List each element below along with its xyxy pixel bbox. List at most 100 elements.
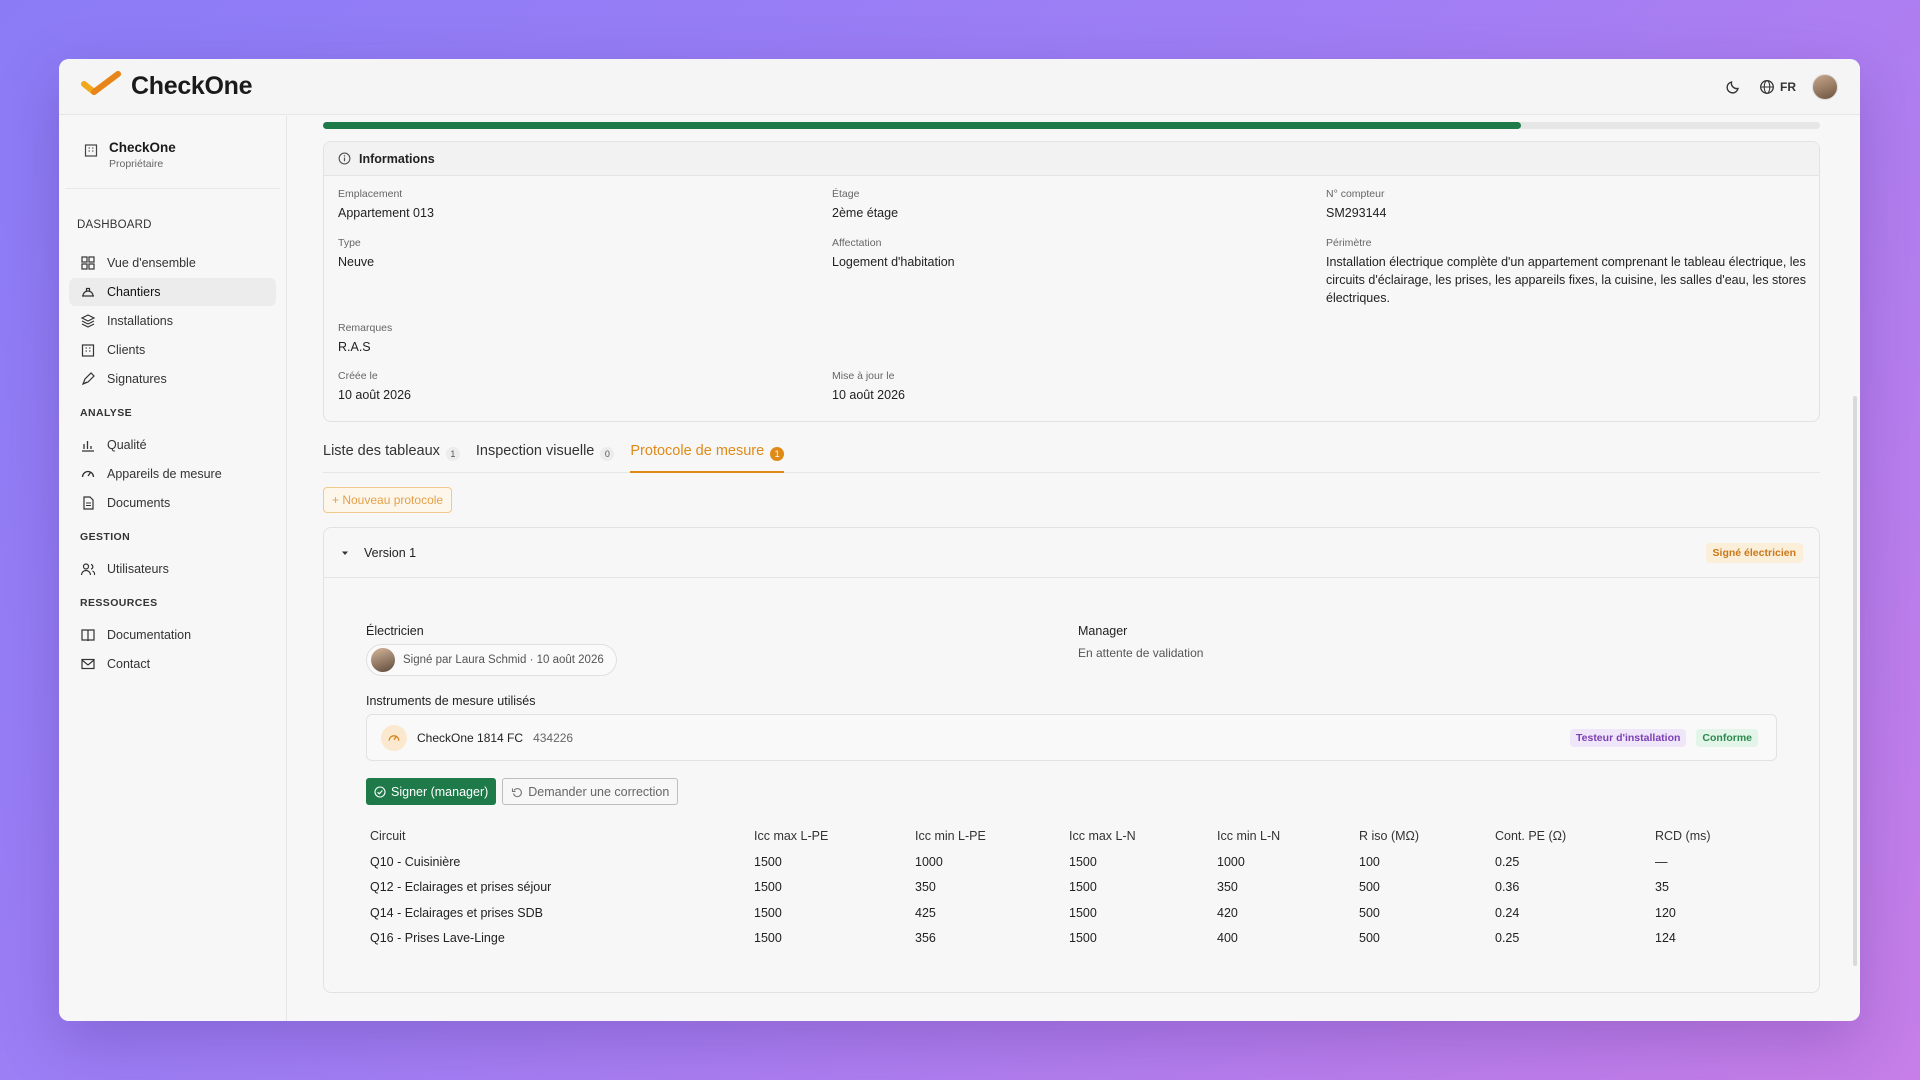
instruments-label: Instruments de mesure utilisés: [366, 694, 536, 708]
sign-manager-button[interactable]: Signer (manager): [366, 778, 497, 805]
field-value: 10 août 2026: [832, 388, 905, 402]
main-content: Informations Emplacement Appartement 013…: [288, 116, 1860, 1021]
sidebar-item-utilisateurs[interactable]: Utilisateurs: [69, 555, 276, 583]
instrument-row[interactable]: CheckOne 1814 FC 434226 Testeur d'instal…: [366, 714, 1777, 761]
dark-mode-icon[interactable]: [1723, 77, 1743, 97]
tab-label: Liste des tableaux: [323, 443, 440, 459]
field-etage: Étage 2ème étage: [832, 188, 898, 222]
org-name: CheckOne: [109, 140, 176, 155]
sidebar-item-label: Contact: [107, 657, 151, 671]
layers-icon: [80, 314, 96, 328]
info-icon: [338, 152, 351, 165]
tab-protocole-mesure[interactable]: Protocole de mesure 1: [630, 441, 785, 473]
sidebar-item-label: Documentation: [107, 628, 192, 642]
field-value: SM293144: [1326, 206, 1387, 220]
table-cell: 120: [1655, 905, 1676, 920]
informations-title: Informations: [359, 151, 435, 166]
table-cell: Q14 - Eclairages et prises SDB: [370, 905, 543, 920]
table-cell: Q10 - Cuisinière: [370, 854, 461, 869]
status-badge: Signé électricien: [1705, 542, 1803, 563]
caret-down-icon: [342, 551, 348, 555]
field-creee: Créée le 10 août 2026: [338, 370, 411, 404]
field-value: Logement d'habitation: [832, 255, 955, 269]
sidebar-item-documents[interactable]: Documents: [69, 489, 276, 517]
sidebar-item-label: Documents: [107, 496, 171, 510]
field-value: Appartement 013: [338, 206, 434, 220]
tab-count-badge: 1: [445, 447, 460, 461]
sidebar-item-signatures[interactable]: Signatures: [69, 365, 276, 393]
globe-icon: [1760, 79, 1774, 94]
table-cell: 0.36: [1495, 880, 1520, 895]
action-buttons: Signer (manager) Demander une correction: [366, 778, 679, 805]
ressources-section-title: RESSOURCES: [80, 597, 158, 609]
sidebar-item-label: Clients: [107, 343, 146, 357]
table-cell: 0.25: [1495, 854, 1520, 869]
language-label: FR: [1780, 79, 1796, 94]
sidebar-item-clients[interactable]: Clients: [69, 336, 276, 364]
new-protocol-button[interactable]: + Nouveau protocole: [323, 487, 453, 513]
request-correction-button[interactable]: Demander une correction: [502, 778, 679, 805]
table-cell: 1500: [1069, 880, 1097, 895]
tab-inspection-visuelle[interactable]: Inspection visuelle 0: [476, 441, 615, 473]
tab-label: Protocole de mesure: [630, 443, 765, 459]
org-switcher[interactable]: CheckOne Propriétaire: [65, 116, 280, 189]
column-header: Icc min L-PE: [915, 829, 986, 843]
sidebar-item-appareils[interactable]: Appareils de mesure: [69, 460, 276, 488]
top-bar: CheckOne FR: [59, 59, 1860, 115]
table-row: Q16 - Prises Lave-Linge 1500 356 1500 400 500…: [366, 926, 1777, 952]
instrument-name: CheckOne 1814 FC: [417, 730, 524, 745]
tab-liste-tableaux[interactable]: Liste des tableaux 1: [323, 441, 460, 473]
field-label: Type: [338, 237, 361, 249]
field-perimetre: Périmètre Installation électrique complè…: [1326, 237, 1816, 307]
instrument-serial: 434226: [533, 730, 574, 745]
table-cell: 350: [915, 880, 936, 895]
table-cell: 500: [1359, 880, 1380, 895]
building-icon: [84, 144, 98, 157]
sidebar-item-contact[interactable]: Contact: [69, 650, 276, 678]
progress-fill: [323, 122, 1521, 129]
button-label: Demander une correction: [528, 784, 670, 799]
sidebar-item-qualite[interactable]: Qualité: [69, 431, 276, 459]
table-cell: 400: [1217, 931, 1238, 946]
column-header: Circuit: [370, 829, 406, 843]
logo[interactable]: CheckOne: [81, 71, 253, 102]
language-selector[interactable]: FR: [1759, 79, 1796, 95]
field-maj: Mise à jour le 10 août 2026: [832, 370, 905, 404]
table-cell: Q12 - Eclairages et prises séjour: [370, 880, 552, 895]
signed-by-text: Signé par Laura Schmid · 10 août 2026: [403, 654, 604, 666]
field-value: 2ème étage: [832, 206, 899, 220]
sidebar-item-label: Appareils de mesure: [107, 467, 222, 481]
field-affectation: Affectation Logement d'habitation: [832, 237, 955, 271]
field-compteur: N° compteur SM293144: [1326, 188, 1386, 222]
field-label: Emplacement: [338, 188, 403, 200]
dashboard-section-title: DASHBOARD: [77, 219, 152, 231]
sidebar-item-installations[interactable]: Installations: [69, 307, 276, 335]
table-cell: 1000: [1217, 854, 1245, 869]
sidebar-item-label: Signatures: [107, 372, 167, 386]
sidebar-item-overview[interactable]: Vue d'ensemble: [69, 249, 276, 277]
version-title: Version 1: [364, 545, 417, 560]
tab-count-badge: 1: [770, 447, 785, 461]
tab-count-badge: 0: [600, 447, 615, 461]
field-value: R.A.S: [338, 340, 371, 354]
field-label: Étage: [832, 188, 860, 200]
sidebar: CheckOne Propriétaire DASHBOARD Vue d'en…: [59, 116, 287, 1021]
sidebar-item-documentation[interactable]: Documentation: [69, 621, 276, 649]
table-cell: 350: [1217, 880, 1238, 895]
tab-label: Inspection visuelle: [475, 443, 595, 459]
sidebar-item-label: Utilisateurs: [107, 562, 169, 576]
scrollbar[interactable]: [1853, 396, 1857, 966]
table-cell: 0.25: [1495, 931, 1520, 946]
informations-card: Informations Emplacement Appartement 013…: [323, 141, 1820, 422]
user-avatar[interactable]: [1812, 73, 1838, 100]
sidebar-item-chantiers[interactable]: Chantiers: [69, 278, 276, 306]
column-header: Icc max L-PE: [754, 829, 829, 843]
table-cell: 1500: [754, 905, 782, 920]
instrument-status-tag: Conforme: [1696, 728, 1758, 747]
table-cell: Q16 - Prises Lave-Linge: [370, 931, 505, 946]
column-header: RCD (ms): [1655, 829, 1711, 843]
check-circle-icon: [374, 785, 386, 798]
version-header[interactable]: Version 1 Signé électricien: [324, 528, 1819, 578]
table-cell: —: [1655, 854, 1668, 869]
org-role: Propriétaire: [109, 158, 164, 170]
